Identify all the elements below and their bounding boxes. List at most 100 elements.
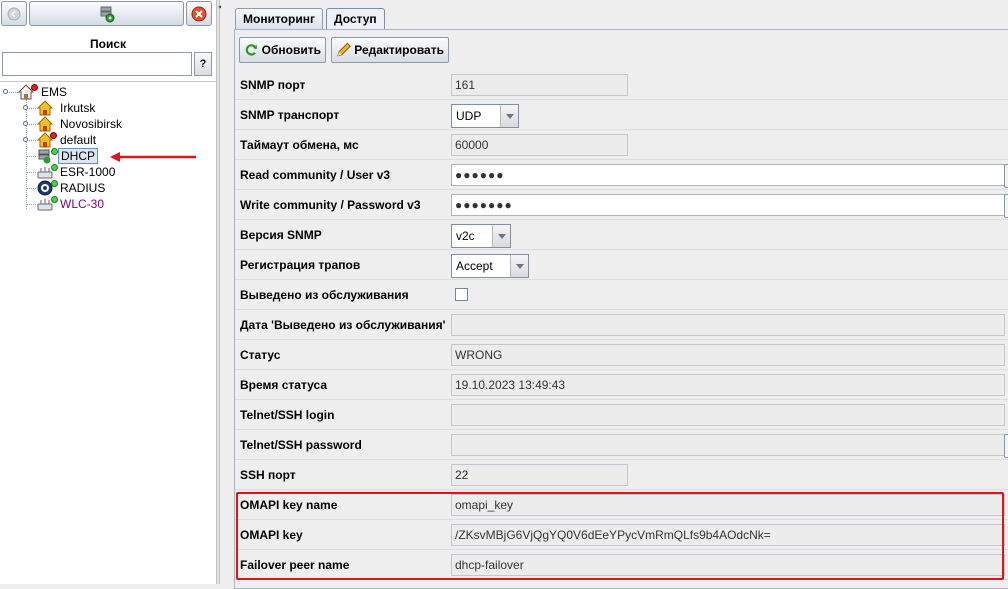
select-value: v2c	[456, 229, 475, 243]
snmp-version-select[interactable]: v2c	[451, 224, 511, 248]
tree-node-dhcp[interactable]: DHCP	[37, 148, 99, 164]
tree-node-wlc-30[interactable]: WLC-30	[37, 196, 106, 212]
field-label: Дата 'Выведено из обслуживания'	[240, 318, 446, 332]
back-button[interactable]	[1, 1, 27, 26]
tab-access[interactable]: Доступ	[326, 8, 385, 30]
telnet-password-field[interactable]	[451, 434, 1005, 456]
tree-line	[26, 99, 27, 209]
edit-button[interactable]: Редактировать	[331, 37, 449, 63]
row-status-time: Время статуса 19.10.2023 13:49:43	[235, 370, 1008, 400]
split-pane-divider[interactable]	[216, 0, 220, 584]
divider	[0, 81, 216, 82]
status-alarm-icon	[31, 84, 38, 91]
row-snmp-version: Версия SNMP v2c	[235, 220, 1008, 250]
trap-registration-select[interactable]: Accept	[451, 254, 529, 278]
tree-expander[interactable]	[23, 137, 28, 142]
annotation-arrow	[110, 152, 196, 162]
field-label: Выведено из обслуживания	[240, 288, 409, 302]
out-of-service-checkbox[interactable]	[455, 288, 468, 301]
field-label: Telnet/SSH login	[240, 408, 335, 422]
tree-node-label: ESR-1000	[60, 165, 116, 179]
tree-expander[interactable]	[3, 89, 8, 94]
left-panel: Поиск ? EMS Irkutsk Novosibirsk default …	[0, 0, 216, 584]
tree-node-label: Irkutsk	[60, 101, 96, 115]
tree-line	[26, 156, 36, 157]
search-input[interactable]	[2, 52, 192, 76]
annotation-highlight-box	[236, 492, 1004, 580]
telnet-login-field[interactable]	[451, 404, 1005, 426]
tree-node-label: Novosibirsk	[60, 117, 123, 131]
tree-node-ems[interactable]: EMS	[17, 84, 69, 100]
server-settings-icon	[37, 148, 58, 164]
row-trap-registration: Регистрация трапов Accept	[235, 250, 1008, 280]
refresh-icon	[245, 44, 257, 56]
tree-node-irkutsk[interactable]: Irkutsk	[36, 100, 97, 116]
field-label: Регистрация трапов	[240, 258, 361, 272]
house-icon	[36, 100, 55, 116]
tree-node-novosibirsk[interactable]: Novosibirsk	[36, 116, 124, 132]
server-tree-button[interactable]	[29, 1, 184, 26]
refresh-button-label: Обновить	[261, 43, 321, 57]
field-label: Версия SNMP	[240, 228, 322, 242]
field-label: Таймаут обмена, мс	[240, 138, 359, 152]
field-label: SNMP порт	[240, 78, 306, 92]
show-password-button[interactable]	[1004, 434, 1008, 458]
house-icon	[17, 84, 38, 100]
select-value: UDP	[456, 109, 482, 123]
tab-monitoring[interactable]: Мониторинг	[235, 8, 323, 29]
tree-node-label: EMS	[41, 85, 68, 99]
row-out-of-service: Выведено из обслуживания	[235, 280, 1008, 310]
status-field[interactable]: WRONG	[451, 344, 1005, 366]
field-label: SNMP транспорт	[240, 108, 340, 122]
tree-line	[26, 172, 36, 173]
select-value: Accept	[456, 259, 493, 273]
house-icon	[36, 116, 55, 132]
chevron-down-icon[interactable]	[500, 105, 518, 127]
ssh-port-field[interactable]: 22	[451, 464, 628, 486]
tree-node-default[interactable]: default	[36, 132, 98, 148]
row-ssh-port: SSH порт 22	[235, 460, 1008, 490]
field-label: Время статуса	[240, 378, 327, 392]
wireless-controller-icon	[37, 196, 58, 212]
server-settings-icon	[100, 6, 114, 22]
field-label: Telnet/SSH password	[240, 438, 362, 452]
router-icon	[37, 164, 58, 180]
tree-node-label: RADIUS	[60, 181, 106, 195]
row-telnet-password: Telnet/SSH password	[235, 430, 1008, 460]
tree-line	[26, 204, 36, 205]
field-label: Write community / Password v3	[240, 198, 421, 212]
close-button[interactable]	[186, 1, 212, 26]
status-ok-icon	[51, 148, 58, 155]
house-icon	[36, 132, 57, 148]
refresh-button[interactable]: Обновить	[239, 37, 326, 63]
row-status: Статус WRONG	[235, 340, 1008, 370]
field-label: Read community / User v3	[240, 168, 391, 182]
show-password-button[interactable]	[1004, 164, 1008, 188]
edit-button-label: Редактировать	[354, 43, 444, 57]
row-telnet-login: Telnet/SSH login	[235, 400, 1008, 430]
search-label: Поиск	[89, 37, 126, 51]
tree-line	[26, 188, 36, 189]
tree-node-radius[interactable]: RADIUS	[37, 180, 107, 196]
chevron-down-icon[interactable]	[510, 255, 528, 277]
timeout-field[interactable]: 60000	[451, 134, 628, 156]
row-snmp-port: SNMP порт 161	[235, 70, 1008, 100]
show-password-button[interactable]	[1004, 194, 1008, 218]
snmp-transport-select[interactable]: UDP	[451, 104, 519, 128]
row-timeout: Таймаут обмена, мс 60000	[235, 130, 1008, 160]
snmp-port-field[interactable]: 161	[451, 74, 628, 96]
read-community-field[interactable]: ●●●●●●	[451, 164, 1005, 186]
out-of-service-date-field[interactable]	[451, 314, 1005, 336]
row-write-community: Write community / Password v3 ●●●●●●●	[235, 190, 1008, 220]
tree-expander[interactable]	[23, 121, 28, 126]
write-community-field[interactable]: ●●●●●●●	[451, 194, 1005, 216]
tree-expander[interactable]	[23, 105, 28, 110]
status-alarm-icon	[50, 132, 57, 139]
pencil-icon	[337, 42, 351, 57]
field-label: SSH порт	[240, 468, 296, 482]
status-time-field[interactable]: 19.10.2023 13:49:43	[451, 374, 1005, 396]
tree-node-esr-1000[interactable]: ESR-1000	[37, 164, 117, 180]
field-label: Статус	[240, 348, 281, 362]
chevron-down-icon[interactable]	[492, 225, 510, 247]
search-help-button[interactable]: ?	[194, 52, 212, 76]
